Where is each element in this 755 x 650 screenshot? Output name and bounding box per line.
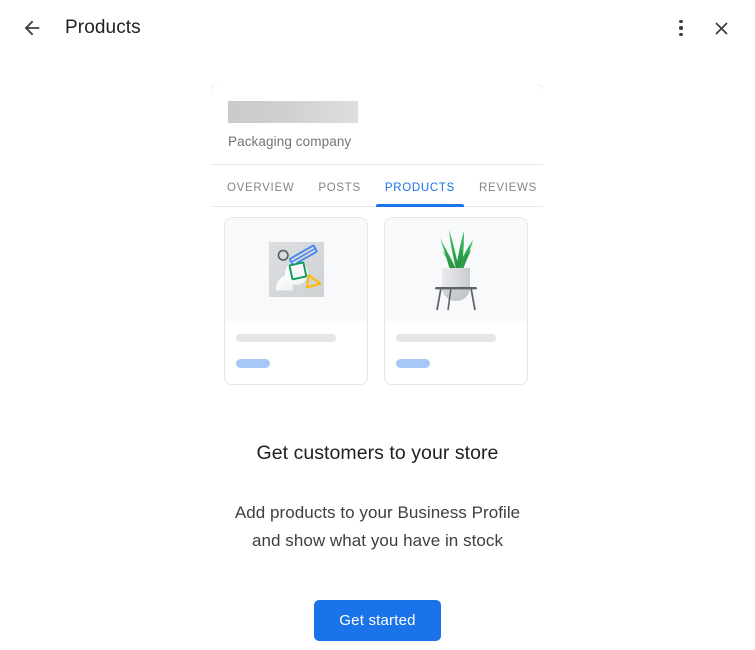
promo-subcopy-line-1: Add products to your Business Profile: [234, 503, 521, 522]
arrow-left-icon: [24, 20, 40, 36]
tab-overview[interactable]: OVERVIEW: [227, 182, 294, 206]
tab-products[interactable]: PRODUCTS: [375, 182, 465, 207]
profile-preview-clip: Packaging company OVERVIEW POSTS PRODUCT…: [211, 84, 543, 418]
tab-posts[interactable]: POSTS: [318, 182, 360, 206]
product-title-placeholder: [236, 334, 336, 342]
product-price-placeholder: [236, 359, 270, 368]
back-button[interactable]: [12, 8, 52, 48]
product-meta: [385, 321, 527, 384]
overflow-menu-button[interactable]: [661, 8, 701, 48]
business-category: Packaging company: [228, 134, 352, 149]
product-meta: [225, 321, 367, 384]
promo-subcopy: Add products to your Business Profile an…: [0, 499, 755, 555]
tab-reviews[interactable]: REVIEWS: [479, 182, 537, 206]
product-grid: [211, 207, 543, 401]
product-title-placeholder: [396, 334, 496, 342]
close-button[interactable]: [701, 8, 741, 48]
dialog-header: Products: [0, 0, 755, 56]
potted-plant-icon: [435, 230, 477, 311]
profile-tabs: OVERVIEW POSTS PRODUCTS REVIEWS: [211, 165, 543, 207]
product-thumbnail: [225, 218, 367, 321]
business-header: Packaging company: [211, 84, 543, 165]
page-title: Products: [65, 17, 141, 38]
image-placeholder-shapes-icon: [268, 241, 324, 298]
cta-container: Get started: [0, 600, 755, 641]
more-vert-icon-dot: [679, 26, 683, 30]
product-price-placeholder: [396, 359, 430, 368]
close-icon: [714, 21, 728, 35]
promo-subcopy-line-2: and show what you have in stock: [251, 531, 504, 550]
more-vert-icon-dot: [679, 32, 683, 37]
promo-headline: Get customers to your store: [256, 442, 499, 464]
business-profile-preview-card: Packaging company OVERVIEW POSTS PRODUCT…: [211, 84, 543, 418]
product-thumbnail: [385, 218, 527, 321]
product-card[interactable]: [384, 217, 528, 385]
more-vert-icon-dot: [679, 19, 683, 24]
get-started-button[interactable]: Get started: [314, 600, 441, 641]
business-name-redacted-bar: [228, 101, 358, 123]
product-card[interactable]: [224, 217, 368, 385]
